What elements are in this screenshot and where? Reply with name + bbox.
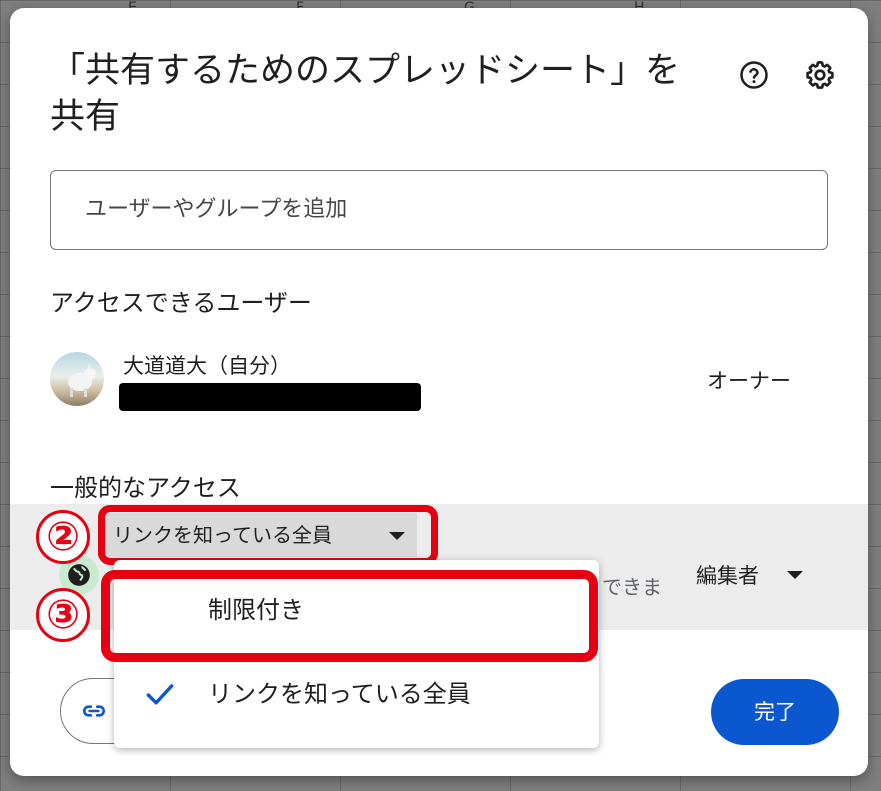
avatar bbox=[50, 352, 104, 406]
gear-icon bbox=[806, 61, 834, 89]
annotation-highlight-step2 bbox=[98, 505, 438, 565]
dialog-title: 「共有するためのスプレッドシート」を共有 bbox=[50, 51, 681, 137]
redacted-email bbox=[119, 383, 421, 411]
annotation-step2: ② bbox=[36, 510, 90, 564]
user-name: 大道道大（自分） bbox=[123, 354, 291, 378]
add-people-input[interactable]: ユーザーやグループを追加 bbox=[50, 170, 828, 250]
link-icon bbox=[82, 705, 106, 717]
menu-item-label: リンクを知っている全員 bbox=[208, 680, 471, 708]
general-access-description: できま bbox=[602, 575, 662, 599]
annotation-highlight-step3 bbox=[101, 570, 598, 662]
role-dropdown[interactable]: 編集者 bbox=[696, 560, 759, 590]
access-section-label: アクセスできるユーザー bbox=[50, 289, 312, 317]
general-access-label: 一般的なアクセス bbox=[50, 474, 241, 502]
user-role: オーナー bbox=[707, 369, 791, 393]
check-icon bbox=[146, 684, 174, 705]
help-button[interactable] bbox=[737, 58, 771, 92]
done-button[interactable]: 完了 bbox=[711, 679, 839, 745]
menu-item-anyone-with-link[interactable]: リンクを知っている全員 bbox=[114, 656, 599, 732]
role-caret-icon bbox=[787, 571, 803, 579]
settings-button[interactable] bbox=[803, 58, 837, 92]
annotation-step3: ③ bbox=[36, 588, 90, 642]
help-circle-icon bbox=[740, 61, 768, 89]
